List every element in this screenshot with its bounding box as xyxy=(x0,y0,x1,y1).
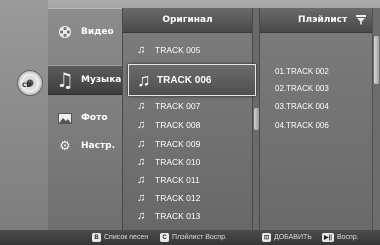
playlist-scrollbar[interactable] xyxy=(372,8,380,230)
menu-item-label: Музыка xyxy=(81,75,122,85)
hint-label: ДОБАВИТЬ xyxy=(274,234,312,241)
track-label: TRACK 013 xyxy=(155,211,201,221)
music-note-icon: ♫ xyxy=(137,174,146,186)
original-scroll-thumb[interactable] xyxy=(254,108,259,130)
playlist-item[interactable]: 03.TRACK 004 xyxy=(275,102,329,111)
filter-icon[interactable] xyxy=(356,15,366,25)
track-label: TRACK 012 xyxy=(155,193,201,203)
hint-playlist-play: C Плэйлист Воспр. xyxy=(160,233,227,242)
gear-icon: ⚙ xyxy=(59,138,71,154)
track-item[interactable]: ♫ TRACK 012 xyxy=(123,189,253,207)
track-item[interactable]: ♫ TRACK 011 xyxy=(123,171,253,189)
music-note-icon: ♫ xyxy=(137,119,146,131)
playlist-item[interactable]: 04.TRACK 006 xyxy=(275,121,329,130)
menu-item-music[interactable]: ♫ Музыка xyxy=(48,65,122,95)
disc-strip: CD xyxy=(0,0,48,230)
playlist-panel: Плэйлист 01.TRACK 002 02.TRACK 003 03.TR… xyxy=(260,8,372,230)
playlist-item[interactable]: 01.TRACK 002 xyxy=(275,67,329,76)
menu-item-video[interactable]: Видео xyxy=(48,17,122,47)
menu-item-photo[interactable]: Фото xyxy=(48,103,122,133)
button-hint-bar: B Список песен C Плэйлист Воспр. ⊡ ДОБАВ… xyxy=(0,230,380,245)
play-pause-key-icon: ▶|| xyxy=(322,233,334,242)
menu-item-label: Настр. xyxy=(81,141,116,151)
track-label: TRACK 009 xyxy=(155,139,201,149)
track-label: TRACK 007 xyxy=(155,101,201,111)
hint-label: Плэйлист Воспр. xyxy=(172,234,227,241)
hint-play: ▶|| Воспр. xyxy=(322,233,359,242)
hint-label: Воспр. xyxy=(337,234,359,241)
track-item[interactable]: ♫ TRACK 007 xyxy=(123,97,253,115)
track-item[interactable]: ♫ TRACK 010 xyxy=(123,153,253,171)
add-key-icon: ⊡ xyxy=(262,233,271,242)
track-label: TRACK 010 xyxy=(155,157,201,167)
b-key-icon: B xyxy=(92,233,101,242)
film-reel-icon xyxy=(57,24,73,40)
category-menu: Видео ♫ Музыка Фото ⚙ Настр. xyxy=(48,8,122,230)
track-item[interactable]: ♫ TRACK 009 xyxy=(123,135,253,153)
photo-icon xyxy=(57,110,73,126)
track-item[interactable]: ♫ TRACK 005 xyxy=(123,41,253,59)
disc-label: CD xyxy=(22,82,32,89)
music-note-icon: ♫ xyxy=(56,68,74,92)
menu-item-label: Видео xyxy=(81,27,114,37)
music-note-icon: ♫ xyxy=(137,100,146,112)
track-label: TRACK 011 xyxy=(155,175,200,185)
hint-song-list: B Список песен xyxy=(92,233,148,242)
music-note-icon: ♫ xyxy=(137,192,146,204)
original-scrollbar[interactable] xyxy=(252,8,260,230)
music-note-icon: ♫ xyxy=(137,210,146,222)
track-label: TRACK 008 xyxy=(155,120,201,130)
hint-add: ⊡ ДОБАВИТЬ xyxy=(262,233,312,242)
track-item[interactable]: ♫ TRACK 013 xyxy=(123,207,253,225)
playlist-header: Плэйлист xyxy=(260,8,372,33)
media-player-screen: CD Видео ♫ Музыка Фото ⚙ Настр. Оригинал xyxy=(0,0,380,245)
music-note-icon: ♫ xyxy=(137,44,146,56)
playlist-item[interactable]: 02.TRACK 003 xyxy=(275,84,329,93)
track-label: TRACK 005 xyxy=(155,45,201,55)
c-key-icon: C xyxy=(160,233,169,242)
music-note-icon: ♫ xyxy=(137,69,151,90)
music-note-icon: ♫ xyxy=(137,156,146,168)
original-header: Оригинал xyxy=(123,8,252,33)
track-label: TRACK 006 xyxy=(157,74,212,86)
menu-item-settings[interactable]: ⚙ Настр. xyxy=(48,131,122,161)
hint-label: Список песен xyxy=(104,234,149,241)
track-item-selected[interactable]: ♫ TRACK 006 xyxy=(128,64,256,96)
playlist-scroll-thumb[interactable] xyxy=(374,36,379,84)
music-note-icon: ♫ xyxy=(137,138,146,150)
menu-item-label: Фото xyxy=(81,113,108,123)
original-title: Оригинал xyxy=(162,15,213,25)
playlist-title: Плэйлист xyxy=(298,15,348,25)
track-item[interactable]: ♫ TRACK 008 xyxy=(123,116,253,134)
original-track-list: Оригинал ♫ TRACK 005 ♫ TRACK 006 ♫ TRACK… xyxy=(122,8,256,230)
